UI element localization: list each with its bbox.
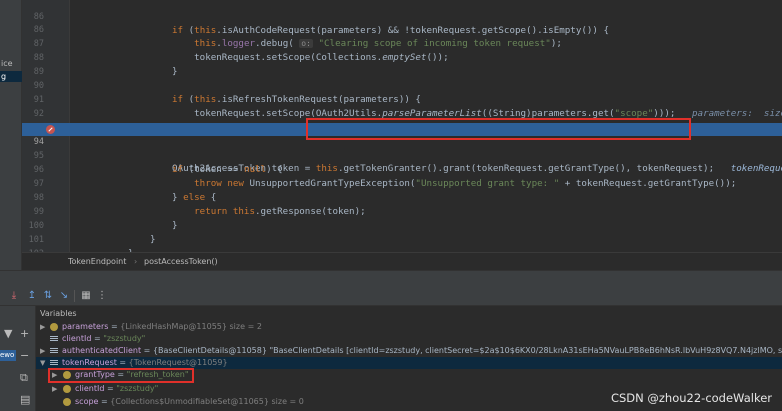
code-line: 87 tokenRequest.setScope(Collections.emp…	[22, 25, 782, 63]
variable-value: {Collections$UnmodifiableSet@11065} size…	[110, 397, 304, 406]
variable-name: clientId	[75, 384, 105, 393]
variable-row[interactable]: ▶ authenticatedClient = {BaseClientDetai…	[36, 345, 782, 357]
frame-item-fragment[interactable]: ewo	[0, 350, 16, 361]
field-icon	[63, 371, 71, 379]
more-icon[interactable]: ⋮	[96, 290, 108, 302]
current-execution-line: 94 OAuth2AccessToken token = this.getTok…	[22, 123, 782, 174]
code-line: 91 tokenRequest.setScope(OAuth2Utils.par…	[22, 81, 782, 119]
code-line: 92 }	[22, 95, 782, 133]
variable-row[interactable]: ▶ parameters = {LinkedHashMap@11055} siz…	[36, 321, 782, 333]
local-variable-icon	[50, 359, 58, 367]
breadcrumb-method[interactable]: postAccessToken()	[144, 257, 218, 266]
add-watch-icon[interactable]: +	[20, 328, 29, 340]
local-variable-icon	[50, 335, 58, 343]
expand-arrow-icon[interactable]: ▶	[40, 321, 48, 333]
variable-row-selected[interactable]: ▼ tokenRequest = {TokenRequest@11059}	[36, 357, 782, 369]
watermark: CSDN @zhou22-codeWalker	[610, 391, 772, 405]
variables-side-toolbar: ▼ + ewo − ⧉ ▤	[0, 306, 36, 411]
code-editor[interactable]: 86 if (this.isAuthCodeRequest(parameters…	[22, 0, 782, 252]
breadcrumb-separator: ›	[134, 257, 138, 266]
code-line: 99 }	[22, 193, 782, 231]
variable-name: authenticatedClient	[62, 346, 142, 355]
expand-arrow-icon[interactable]: ▶	[52, 369, 60, 381]
variable-value: "refresh_token"	[126, 370, 189, 379]
breadcrumb-class[interactable]: TokenEndpoint	[68, 257, 126, 266]
variable-name: clientId	[62, 334, 92, 343]
copy-icon[interactable]: ⧉	[20, 372, 28, 384]
field-icon	[50, 323, 58, 331]
code-line: 86 if (this.isAuthCodeRequest(parameters…	[22, 0, 782, 36]
step-out-icon[interactable]: ↘	[58, 290, 70, 302]
variable-row[interactable]: ▶ grantType = "refresh_token"	[36, 369, 782, 381]
project-item-fragment-selected[interactable]: g	[0, 71, 22, 82]
code-line: 98 return this.getResponse(token);	[22, 179, 782, 217]
variable-value: {LinkedHashMap@11055} size = 2	[120, 322, 262, 331]
local-variable-icon	[50, 347, 58, 355]
variable-value: {BaseClientDetails@11058} "BaseClientDet…	[152, 346, 782, 355]
frames-icon[interactable]: ▦	[80, 290, 92, 302]
code-line: 93	[22, 109, 782, 133]
code-line: 101 }	[22, 221, 782, 252]
force-step-into-icon[interactable]: ⇅	[42, 290, 54, 302]
variable-name: grantType	[75, 370, 115, 379]
code-line: 102	[22, 235, 782, 252]
code-line: 89	[22, 53, 782, 77]
field-icon	[63, 398, 71, 406]
step-over-icon[interactable]: ⤓	[8, 290, 20, 302]
code-line: 96 throw new UnsupportedGrantTypeExcepti…	[22, 151, 782, 189]
variable-name: tokenRequest	[62, 358, 117, 367]
code-line: 100 }	[22, 207, 782, 245]
code-line: 88 }	[22, 39, 782, 77]
variable-value: "zszstudy"	[116, 384, 159, 393]
collapse-arrow-icon[interactable]: ▼	[40, 357, 48, 369]
variable-name: scope	[75, 397, 99, 406]
code-line: 90 if (this.isRefreshTokenRequest(parame…	[22, 67, 782, 105]
variable-row[interactable]: clientId = "zszstudy"	[36, 333, 782, 345]
variable-name: parameters	[62, 322, 109, 331]
breadcrumb: TokenEndpoint › postAccessToken()	[22, 252, 782, 270]
debugger-toolbar: ⤓ ↥ ⇅ ↘ ▦ ⋮	[0, 286, 782, 306]
breakpoint-icon[interactable]	[46, 125, 55, 134]
filter-icon[interactable]: ▼	[4, 328, 12, 340]
code-line: 95 if (token == null) {	[22, 137, 782, 175]
code-line: 86 this.logger.debug( o: "Clearing scope…	[22, 11, 782, 49]
expand-arrow-icon[interactable]: ▶	[52, 383, 60, 395]
step-into-icon[interactable]: ↥	[26, 290, 38, 302]
panel-splitter[interactable]	[0, 270, 782, 286]
variable-value: {TokenRequest@11059}	[128, 358, 228, 367]
field-icon	[63, 385, 71, 393]
settings-icon[interactable]: ▤	[20, 394, 30, 406]
variable-value: "zszstudy"	[103, 334, 146, 343]
toolbar-separator	[74, 290, 75, 302]
project-item-fragment[interactable]: ice	[0, 58, 22, 69]
code-line: 97 } else {	[22, 165, 782, 203]
variables-title: Variables	[40, 309, 77, 318]
remove-watch-icon[interactable]: −	[20, 350, 29, 362]
expand-arrow-icon[interactable]: ▶	[40, 345, 48, 357]
